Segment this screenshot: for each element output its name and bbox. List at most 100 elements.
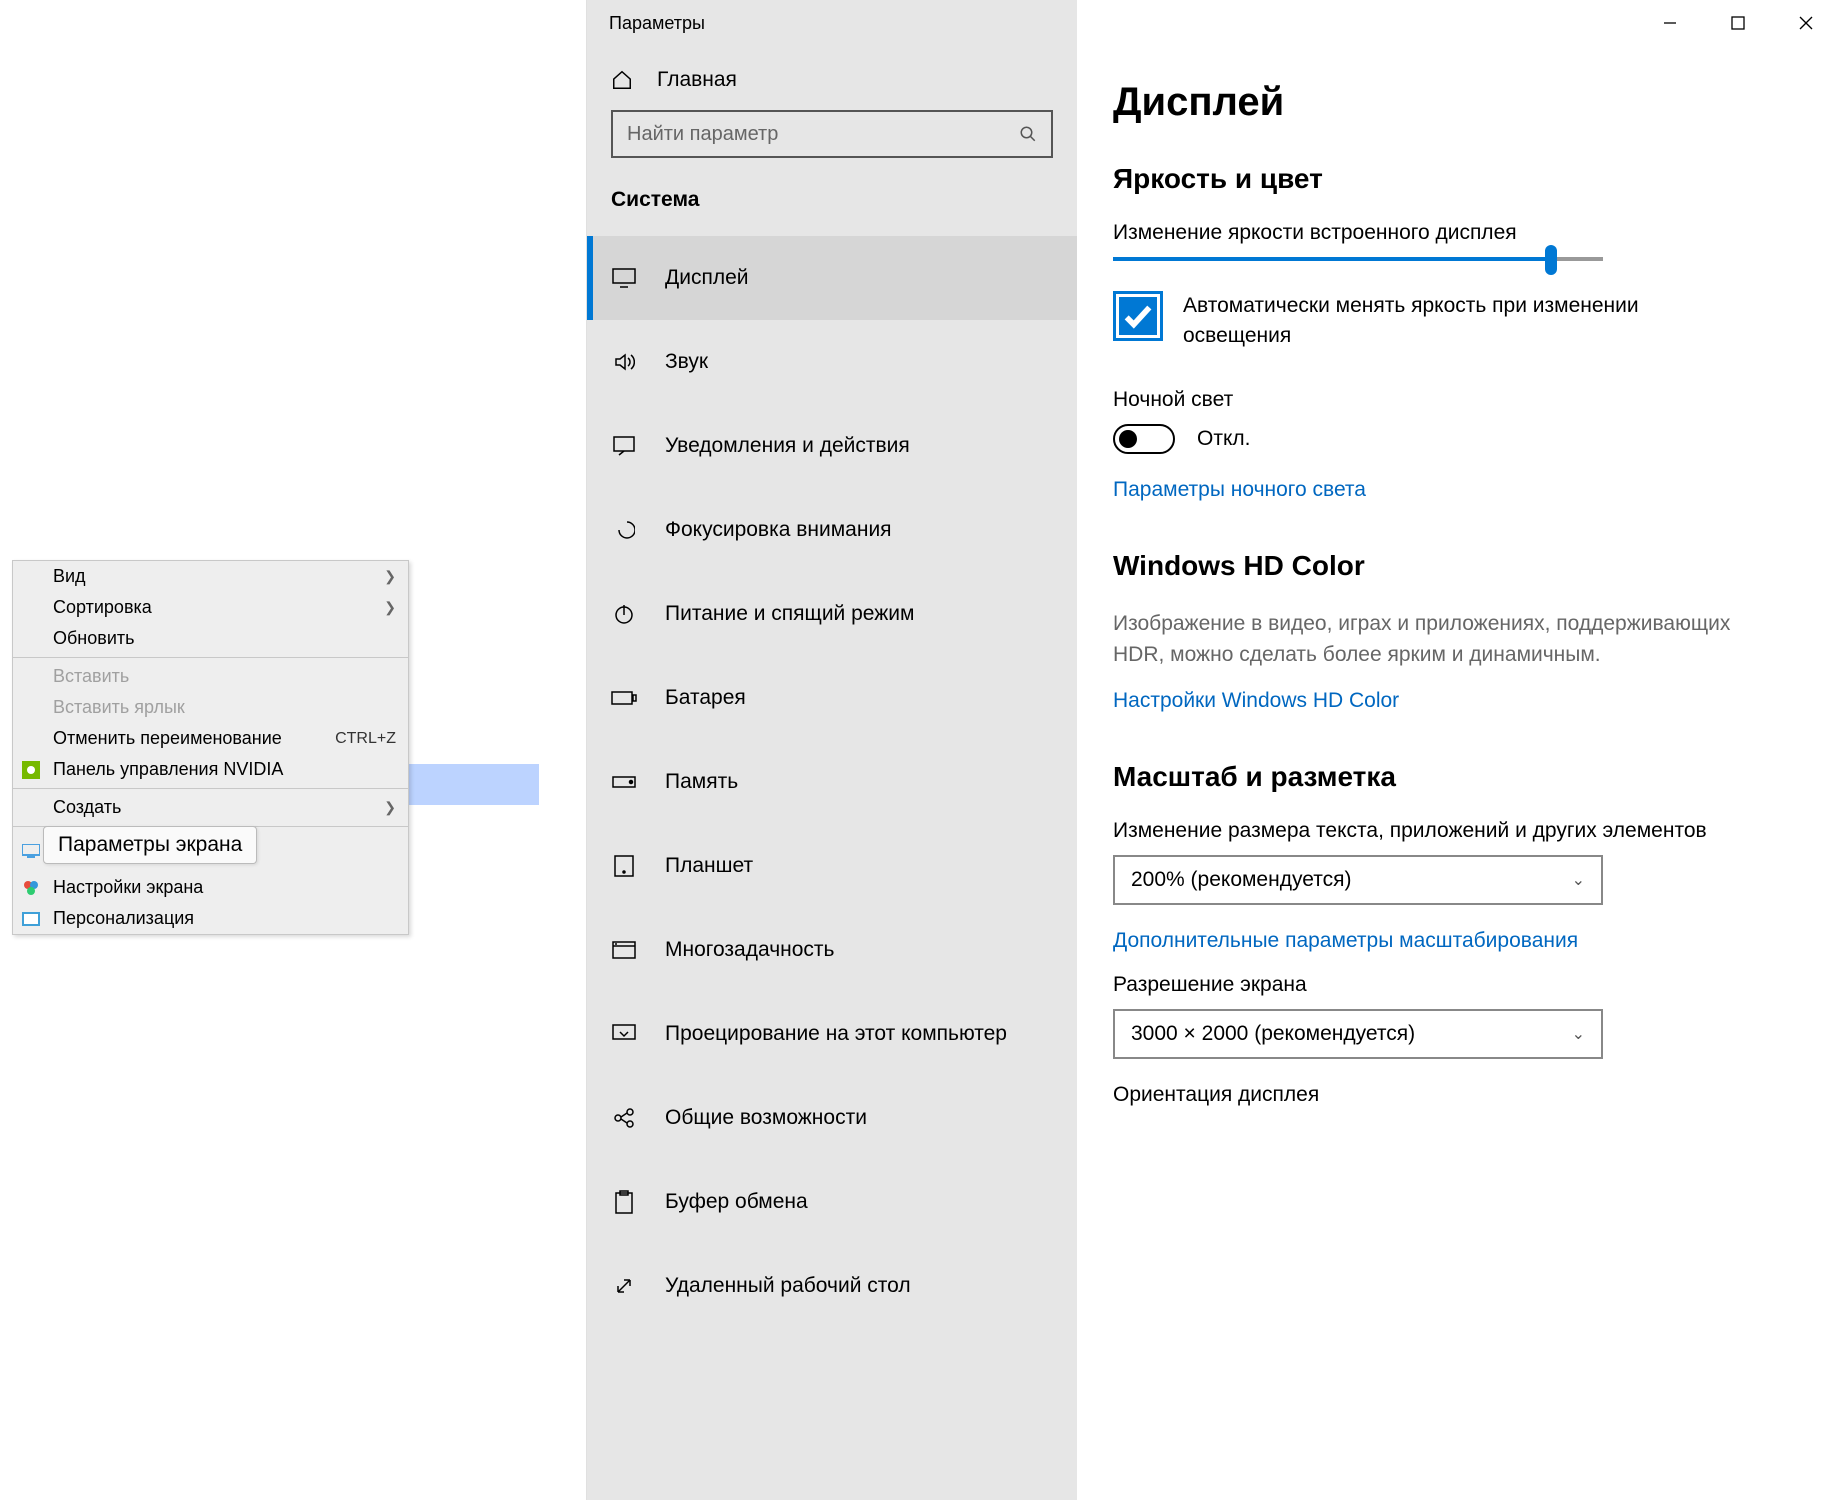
scale-label: Изменение размера текста, приложений и д… bbox=[1113, 819, 1804, 843]
chevron-right-icon: ❯ bbox=[384, 568, 396, 585]
settings-sidebar: Параметры Главная Найти параметр Система… bbox=[587, 0, 1077, 1500]
ctx-view[interactable]: Вид ❯ bbox=[13, 561, 408, 592]
nav-sound[interactable]: Звук bbox=[587, 320, 1077, 404]
night-light-toggle[interactable] bbox=[1113, 424, 1175, 454]
nav-list: Дисплей Звук Уведомления и действия Фоку… bbox=[587, 236, 1077, 1328]
ctx-paste: Вставить bbox=[13, 661, 408, 692]
battery-icon bbox=[611, 691, 637, 705]
page-title: Дисплей bbox=[1113, 80, 1804, 125]
close-button[interactable] bbox=[1772, 0, 1840, 46]
resolution-label: Разрешение экрана bbox=[1113, 973, 1804, 997]
scale-select[interactable]: 200% (рекомендуется) ⌄ bbox=[1113, 855, 1603, 905]
ctx-paste-shortcut: Вставить ярлык bbox=[13, 692, 408, 723]
minimize-button[interactable] bbox=[1636, 0, 1704, 46]
tablet-icon bbox=[611, 855, 637, 877]
nav-power[interactable]: Питание и спящий режим bbox=[587, 572, 1077, 656]
search-placeholder: Найти параметр bbox=[627, 123, 778, 146]
resolution-value: 3000 × 2000 (рекомендуется) bbox=[1131, 1022, 1415, 1046]
ctx-refresh[interactable]: Обновить bbox=[13, 623, 408, 654]
ctx-label: Отменить переименование bbox=[53, 728, 282, 749]
orientation-label: Ориентация дисплея bbox=[1113, 1083, 1804, 1107]
auto-brightness-row: Автоматически менять яркость при изменен… bbox=[1113, 291, 1804, 352]
ctx-label: Сортировка bbox=[53, 597, 152, 618]
sound-icon bbox=[611, 351, 637, 373]
shared-icon bbox=[611, 1107, 637, 1129]
power-icon bbox=[611, 603, 637, 625]
ctx-screen-settings[interactable]: Настройки экрана bbox=[13, 872, 408, 903]
maximize-button[interactable] bbox=[1704, 0, 1772, 46]
slider-thumb[interactable] bbox=[1545, 245, 1557, 275]
section-scale: Масштаб и разметка bbox=[1113, 761, 1804, 793]
window-title: Параметры bbox=[587, 0, 1077, 46]
night-light-settings-link[interactable]: Параметры ночного света bbox=[1113, 478, 1804, 502]
brightness-slider[interactable] bbox=[1113, 257, 1603, 261]
night-light-state: Откл. bbox=[1197, 427, 1250, 451]
display-icon bbox=[21, 841, 41, 861]
storage-icon bbox=[611, 776, 637, 788]
search-input[interactable]: Найти параметр bbox=[611, 110, 1053, 158]
separator bbox=[13, 657, 408, 658]
nav-project[interactable]: Проецирование на этот компьютер bbox=[587, 992, 1077, 1076]
ctx-personalize[interactable]: Персонализация bbox=[13, 903, 408, 934]
auto-brightness-checkbox[interactable] bbox=[1113, 291, 1163, 341]
nav-home[interactable]: Главная bbox=[587, 46, 1077, 110]
settings-color-icon bbox=[21, 878, 41, 898]
settings-window: Параметры Главная Найти параметр Система… bbox=[586, 0, 1840, 1500]
ctx-label: Обновить bbox=[53, 628, 135, 649]
section-hdcolor: Windows HD Color bbox=[1113, 550, 1804, 582]
ctx-label: Персонализация bbox=[53, 908, 194, 929]
project-icon bbox=[611, 1024, 637, 1044]
ctx-label: Вставить ярлык bbox=[53, 697, 185, 718]
focus-icon bbox=[611, 519, 637, 541]
hdcolor-desc: Изображение в видео, играх и приложениях… bbox=[1113, 608, 1753, 671]
ctx-new[interactable]: Создать ❯ bbox=[13, 792, 408, 823]
nav-storage[interactable]: Память bbox=[587, 740, 1077, 824]
scale-value: 200% (рекомендуется) bbox=[1131, 868, 1351, 892]
advanced-scale-link[interactable]: Дополнительные параметры масштабирования bbox=[1113, 929, 1804, 953]
nav-remote[interactable]: Удаленный рабочий стол bbox=[587, 1244, 1077, 1328]
resolution-select[interactable]: 3000 × 2000 (рекомендуется) ⌄ bbox=[1113, 1009, 1603, 1059]
ctx-label: Вид bbox=[53, 566, 86, 587]
hdcolor-settings-link[interactable]: Настройки Windows HD Color bbox=[1113, 689, 1804, 713]
chevron-right-icon: ❯ bbox=[384, 799, 396, 816]
chevron-down-icon: ⌄ bbox=[1572, 1024, 1585, 1044]
nav-tablet[interactable]: Планшет bbox=[587, 824, 1077, 908]
desktop-selection bbox=[408, 764, 539, 805]
nav-focus[interactable]: Фокусировка внимания bbox=[587, 488, 1077, 572]
nav-clipboard[interactable]: Буфер обмена bbox=[587, 1160, 1077, 1244]
section-brightness: Яркость и цвет bbox=[1113, 163, 1804, 195]
slider-fill bbox=[1113, 257, 1551, 261]
personalize-icon bbox=[21, 909, 41, 929]
nav-battery[interactable]: Батарея bbox=[587, 656, 1077, 740]
remote-icon bbox=[611, 1275, 637, 1297]
ctx-label: Создать bbox=[53, 797, 121, 818]
separator bbox=[13, 788, 408, 789]
brightness-slider-label: Изменение яркости встроенного дисплея bbox=[1113, 221, 1804, 245]
ctx-label: Панель управления NVIDIA bbox=[53, 759, 283, 780]
desktop-context-menu: Вид ❯ Сортировка ❯ Обновить Вставить Вст… bbox=[12, 560, 409, 935]
ctx-label: Настройки экрана bbox=[53, 877, 203, 898]
auto-brightness-label: Автоматически менять яркость при изменен… bbox=[1183, 291, 1703, 352]
keyboard-shortcut: CTRL+Z bbox=[335, 730, 396, 748]
nav-notifications[interactable]: Уведомления и действия bbox=[587, 404, 1077, 488]
settings-content: Дисплей Яркость и цвет Изменение яркости… bbox=[1077, 0, 1840, 1500]
notifications-icon bbox=[611, 436, 637, 456]
nav-multitask[interactable]: Многозадачность bbox=[587, 908, 1077, 992]
multitask-icon bbox=[611, 941, 637, 959]
ctx-display-settings[interactable]: x Параметры экрана bbox=[13, 830, 408, 872]
display-icon bbox=[611, 268, 637, 288]
nav-display[interactable]: Дисплей bbox=[587, 236, 1077, 320]
category-label: Система bbox=[587, 188, 1077, 236]
chevron-right-icon: ❯ bbox=[384, 599, 396, 616]
nav-shared[interactable]: Общие возможности bbox=[587, 1076, 1077, 1160]
search-icon bbox=[1019, 125, 1037, 143]
chevron-down-icon: ⌄ bbox=[1572, 870, 1585, 890]
ctx-undo-rename[interactable]: Отменить переименование CTRL+Z bbox=[13, 723, 408, 754]
clipboard-icon bbox=[611, 1190, 637, 1214]
home-icon bbox=[611, 69, 637, 91]
night-light-label: Ночной свет bbox=[1113, 388, 1804, 412]
ctx-nvidia-panel[interactable]: Панель управления NVIDIA bbox=[13, 754, 408, 785]
toggle-knob bbox=[1119, 430, 1137, 448]
tooltip-highlight: Параметры экрана bbox=[43, 826, 257, 864]
ctx-sort[interactable]: Сортировка ❯ bbox=[13, 592, 408, 623]
